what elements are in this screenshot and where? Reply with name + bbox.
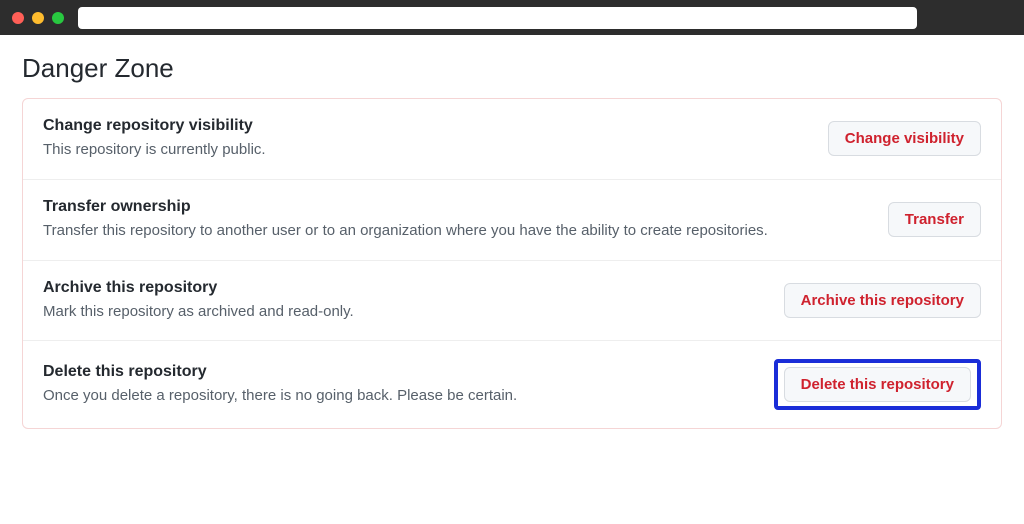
page-title: Danger Zone [22, 53, 1002, 84]
archive-repository-button[interactable]: Archive this repository [784, 283, 981, 318]
row-title: Change repository visibility [43, 117, 808, 135]
row-text: Delete this repository Once you delete a… [43, 363, 754, 407]
change-visibility-button[interactable]: Change visibility [828, 121, 981, 156]
row-title: Archive this repository [43, 279, 764, 297]
delete-button-highlight: Delete this repository [774, 359, 981, 410]
window-controls [12, 12, 64, 24]
delete-repository-button[interactable]: Delete this repository [784, 367, 971, 402]
row-desc: This repository is currently public. [43, 139, 808, 161]
archive-repository-row: Archive this repository Mark this reposi… [23, 261, 1001, 342]
row-text: Change repository visibility This reposi… [43, 117, 808, 161]
delete-repository-row: Delete this repository Once you delete a… [23, 341, 1001, 428]
window-titlebar [0, 0, 1024, 35]
row-text: Archive this repository Mark this reposi… [43, 279, 764, 323]
row-desc: Mark this repository as archived and rea… [43, 301, 764, 323]
row-desc: Once you delete a repository, there is n… [43, 385, 754, 407]
row-desc: Transfer this repository to another user… [43, 220, 868, 242]
danger-zone-box: Change repository visibility This reposi… [22, 98, 1002, 429]
transfer-ownership-row: Transfer ownership Transfer this reposit… [23, 180, 1001, 261]
close-window-button[interactable] [12, 12, 24, 24]
row-title: Transfer ownership [43, 198, 868, 216]
minimize-window-button[interactable] [32, 12, 44, 24]
maximize-window-button[interactable] [52, 12, 64, 24]
address-bar[interactable] [78, 7, 917, 29]
row-text: Transfer ownership Transfer this reposit… [43, 198, 868, 242]
row-title: Delete this repository [43, 363, 754, 381]
page-content: Danger Zone Change repository visibility… [0, 35, 1024, 447]
transfer-button[interactable]: Transfer [888, 202, 981, 237]
change-visibility-row: Change repository visibility This reposi… [23, 99, 1001, 180]
